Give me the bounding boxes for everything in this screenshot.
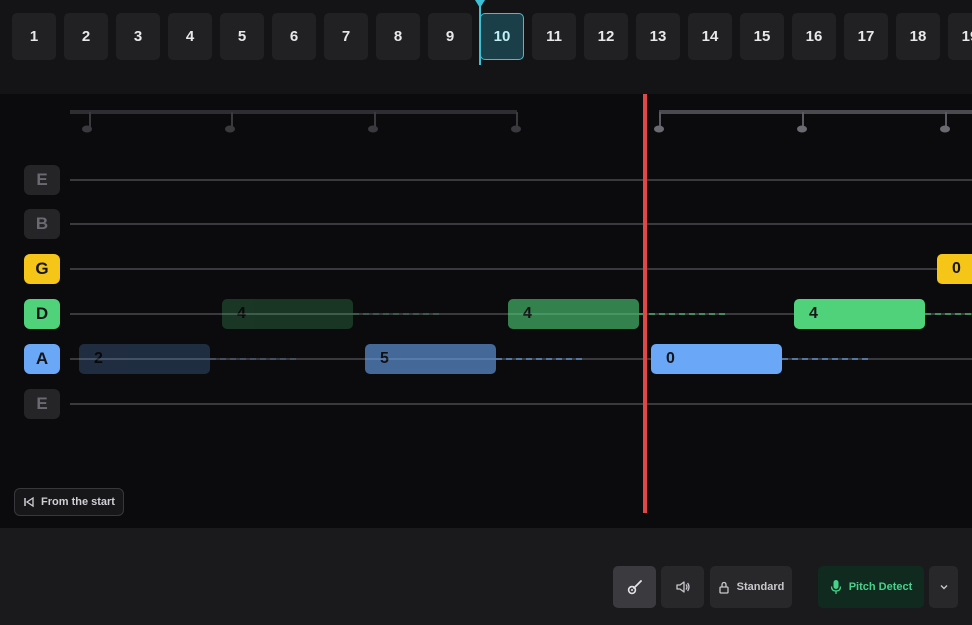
string-label: E xyxy=(24,165,60,195)
pitch-detect-button[interactable]: Pitch Detect xyxy=(818,566,924,608)
string-line xyxy=(70,403,972,405)
tab-timeline: EBGDAE 2454040 From the start xyxy=(0,94,972,528)
measure-8[interactable]: 8 xyxy=(376,13,420,60)
measure-12[interactable]: 12 xyxy=(584,13,628,60)
sustain-trail xyxy=(925,313,972,315)
playhead-marker-icon[interactable] xyxy=(475,0,485,8)
chevron-down-icon xyxy=(940,585,947,590)
string-label: G xyxy=(24,254,60,284)
tab-note[interactable]: 5 xyxy=(365,344,496,374)
measure-7[interactable]: 7 xyxy=(324,13,368,60)
rhythm-notation xyxy=(70,110,972,133)
sustain-trail xyxy=(639,313,725,315)
measure-19[interactable]: 19 xyxy=(948,13,972,60)
string-line xyxy=(70,179,972,181)
lock-icon xyxy=(719,581,729,594)
string-label: B xyxy=(24,209,60,239)
string-label: A xyxy=(24,344,60,374)
sustain-trail xyxy=(782,358,868,360)
measure-9[interactable]: 9 xyxy=(428,13,472,60)
pitch-detect-label: Pitch Detect xyxy=(848,581,913,593)
playhead[interactable] xyxy=(479,0,481,65)
speaker-icon xyxy=(675,581,690,593)
measure-18[interactable]: 18 xyxy=(896,13,940,60)
string-line xyxy=(70,268,972,270)
sustain-trail xyxy=(496,358,582,360)
more-options-button[interactable] xyxy=(929,566,958,608)
measure-17[interactable]: 17 xyxy=(844,13,888,60)
measure-4[interactable]: 4 xyxy=(168,13,212,60)
skip-back-icon xyxy=(24,496,34,508)
now-cursor xyxy=(643,94,647,513)
measure-1[interactable]: 1 xyxy=(12,13,56,60)
microphone-icon xyxy=(830,580,841,594)
sustain-trail xyxy=(210,358,296,360)
tab-note[interactable]: 0 xyxy=(651,344,782,374)
measure-2[interactable]: 2 xyxy=(64,13,108,60)
tuning-label: Standard xyxy=(736,581,785,593)
sound-button[interactable] xyxy=(661,566,704,608)
control-bar: Standard Pitch Detect xyxy=(0,528,972,625)
sustain-trail xyxy=(353,313,439,315)
measure-10[interactable]: 10 xyxy=(480,13,524,60)
rhythm-note-head xyxy=(82,125,521,133)
from-start-label: From the start xyxy=(41,496,115,508)
measure-5[interactable]: 5 xyxy=(220,13,264,60)
tab-note[interactable]: 4 xyxy=(222,299,353,329)
tab-note[interactable]: 4 xyxy=(794,299,925,329)
guitar-icon xyxy=(627,580,642,595)
rhythm-note-head xyxy=(654,125,950,133)
tab-note[interactable]: 2 xyxy=(79,344,210,374)
measure-3[interactable]: 3 xyxy=(116,13,160,60)
measure-6[interactable]: 6 xyxy=(272,13,316,60)
measure-13[interactable]: 13 xyxy=(636,13,680,60)
measure-16[interactable]: 16 xyxy=(792,13,836,60)
guitar-mode-button[interactable] xyxy=(613,566,656,608)
rhythm-stem xyxy=(89,112,518,128)
measure-15[interactable]: 15 xyxy=(740,13,784,60)
string-line xyxy=(70,223,972,225)
tab-note[interactable]: 4 xyxy=(508,299,639,329)
measure-bar: 12345678910111213141516171819 xyxy=(0,0,972,94)
measure-11[interactable]: 11 xyxy=(532,13,576,60)
tab-note[interactable]: 0 xyxy=(937,254,972,284)
string-label: D xyxy=(24,299,60,329)
tuning-button[interactable]: Standard xyxy=(710,566,792,608)
from-start-button[interactable]: From the start xyxy=(14,488,124,516)
string-label: E xyxy=(24,389,60,419)
measure-14[interactable]: 14 xyxy=(688,13,732,60)
